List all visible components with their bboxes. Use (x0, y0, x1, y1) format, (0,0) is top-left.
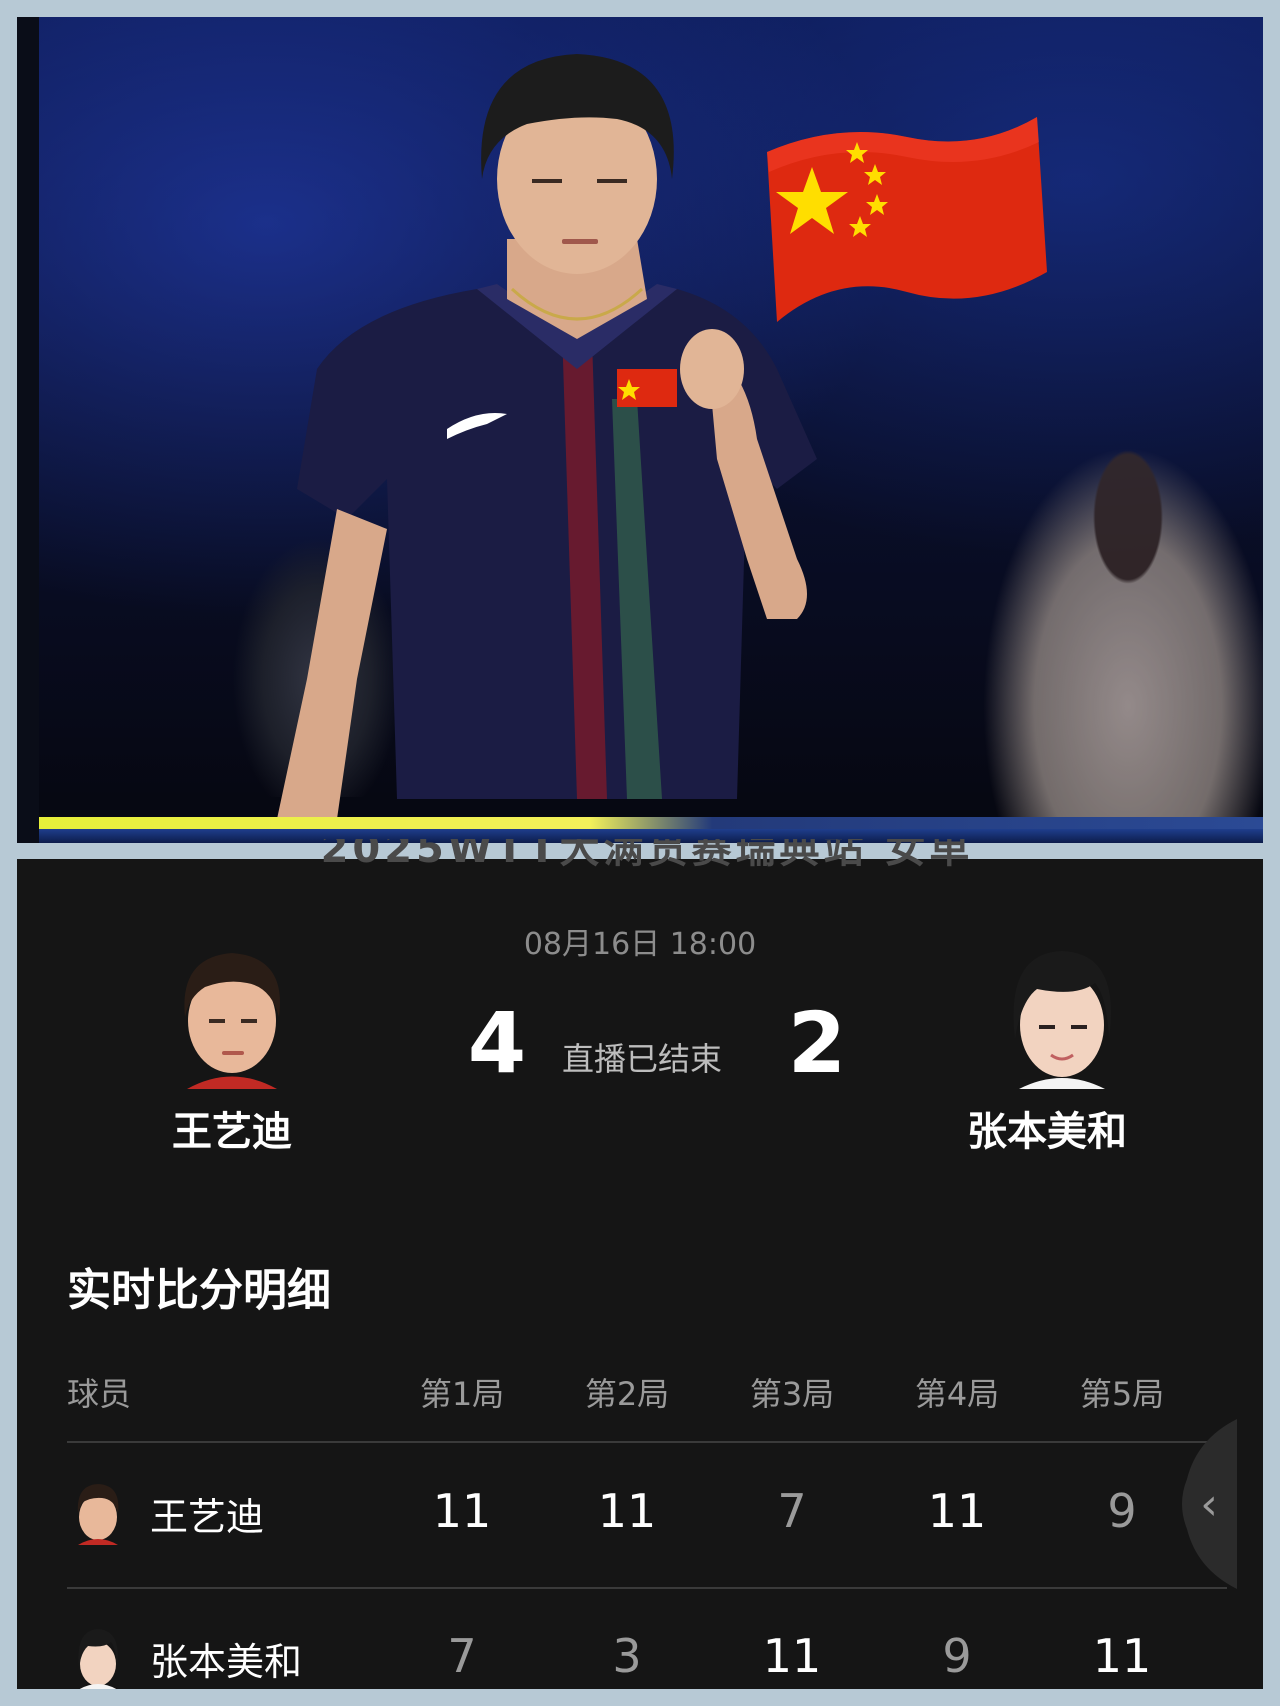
image-frame: 2025WTT大满贯赛瑞典站 女单 08月16日 18:00 王艺迪 张本美和 … (17, 17, 1263, 1689)
player-right-avatar[interactable] (997, 939, 1127, 1089)
game-score: 11 (1092, 1629, 1152, 1683)
table-row[interactable]: 王艺迪 11 11 7 11 9 (17, 1444, 1263, 1574)
header-player: 球员 (67, 1375, 132, 1413)
live-status: 直播已结束 (561, 1040, 722, 1078)
chevron-left-icon: ‹ (1200, 1479, 1218, 1530)
header-game-3: 第3局 (749, 1375, 835, 1413)
score-table-header: 球员 第1局 第2局 第3局 第4局 第5局 (17, 1369, 1263, 1429)
player-left-name: 王艺迪 (172, 1109, 292, 1155)
row-avatar (77, 1484, 119, 1545)
player-right-match-score: 2 (787, 994, 847, 1092)
scroll-left-handle[interactable]: ‹ (1167, 1419, 1237, 1589)
match-score-card: 2025WTT大满贯赛瑞典站 女单 08月16日 18:00 王艺迪 张本美和 … (17, 839, 1263, 1689)
game-score: 11 (597, 1484, 657, 1538)
header-divider-right (397, 1441, 1227, 1443)
match-title-partial: 2025WTT大满贯赛瑞典站 女单 (320, 839, 974, 872)
player-right-name: 张本美和 (967, 1109, 1127, 1155)
game-score: 11 (762, 1629, 822, 1683)
table-row[interactable]: 张本美和 7 3 11 9 11 (17, 1589, 1263, 1689)
score-details-title: 实时比分明细 (67, 1265, 331, 1316)
row-player-name: 张本美和 (150, 1640, 303, 1684)
game-score: 11 (927, 1484, 987, 1538)
photo-left-edge (17, 17, 39, 843)
row-avatar (78, 1629, 118, 1689)
row-player-name: 王艺迪 (150, 1495, 265, 1539)
game-score: 7 (447, 1629, 477, 1683)
broadcast-photo (17, 17, 1263, 843)
game-score: 3 (612, 1629, 642, 1683)
background-spectator (963, 412, 1263, 832)
game-score: 7 (777, 1484, 807, 1538)
header-game-5: 第5局 (1079, 1375, 1165, 1413)
header-game-2: 第2局 (584, 1375, 670, 1413)
header-divider-left (67, 1441, 397, 1443)
header-game-4: 第4局 (914, 1375, 1000, 1413)
player-left-avatar[interactable] (167, 939, 297, 1089)
table-edge-highlight (39, 817, 1263, 829)
game-score: 11 (432, 1484, 492, 1538)
header-game-1: 第1局 (419, 1375, 505, 1413)
game-score: 9 (942, 1629, 972, 1683)
player-left-match-score: 4 (467, 994, 527, 1092)
china-flag-emoji-icon (767, 117, 1047, 322)
